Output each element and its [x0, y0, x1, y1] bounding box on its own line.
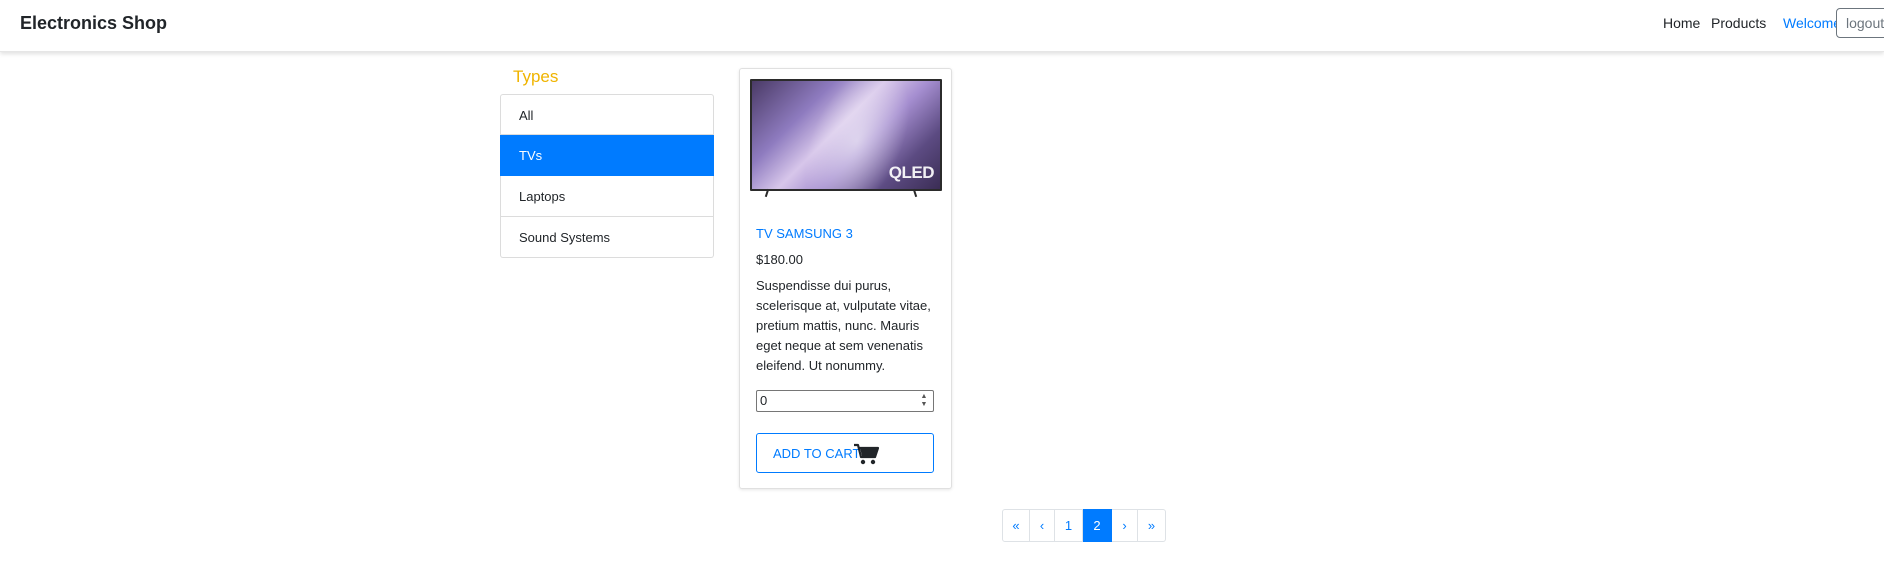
logout-button[interactable]: logout	[1836, 8, 1884, 38]
brand-title[interactable]: Electronics Shop	[20, 13, 167, 34]
page-first[interactable]: «	[1002, 509, 1030, 542]
qled-logo: QLED	[888, 163, 935, 182]
page-2[interactable]: 2	[1083, 509, 1112, 542]
page-next[interactable]: ›	[1112, 509, 1138, 542]
pagination: « ‹ 1 2 › »	[1002, 509, 1166, 542]
add-to-cart-button[interactable]: ADD TO CART	[756, 433, 934, 473]
product-description: Suspendisse dui purus, scelerisque at, v…	[756, 278, 931, 373]
quantity-spinner[interactable]: ▲ ▼	[919, 393, 929, 409]
welcome-link[interactable]: Welcome	[1783, 15, 1841, 31]
shopping-cart-icon	[854, 443, 879, 465]
quantity-value: 0	[760, 393, 768, 408]
product-card: QLED TV SAMSUNG 3 $180.00 Suspendisse du…	[739, 68, 952, 489]
type-item-laptops[interactable]: Laptops	[500, 176, 714, 217]
add-to-cart-label: ADD TO CART	[773, 446, 861, 461]
navbar: Electronics Shop Home Products Welcome l…	[0, 0, 1884, 52]
page-1[interactable]: 1	[1055, 509, 1083, 542]
types-heading: Types	[513, 67, 559, 86]
quantity-input[interactable]: 0 ▲ ▼	[756, 390, 934, 412]
type-list: All TVs Laptops Sound Systems	[500, 94, 714, 258]
type-item-tvs[interactable]: TVs	[500, 135, 714, 176]
page-last[interactable]: »	[1138, 509, 1166, 542]
type-item-all[interactable]: All	[500, 94, 714, 135]
type-item-sound-systems[interactable]: Sound Systems	[500, 217, 714, 258]
product-price: $180.00	[756, 252, 803, 267]
product-name-link[interactable]: TV SAMSUNG 3	[756, 226, 853, 241]
tv-product-image[interactable]: QLED	[750, 79, 942, 191]
nav-products-link[interactable]: Products	[1711, 15, 1766, 31]
nav-home-link[interactable]: Home	[1663, 15, 1700, 31]
page-previous[interactable]: ‹	[1030, 509, 1055, 542]
